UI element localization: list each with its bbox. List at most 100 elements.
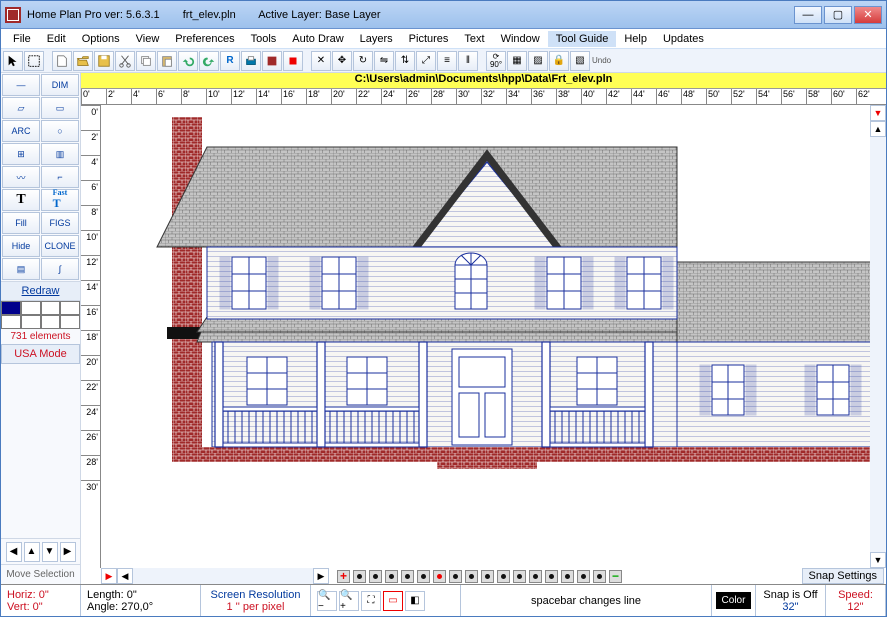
dim-tool[interactable]: DIM <box>41 74 79 96</box>
polyline-tool[interactable]: ▱ <box>2 97 40 119</box>
copy-button[interactable] <box>136 51 156 71</box>
menu-layers[interactable]: Layers <box>352 31 401 47</box>
layer-dot-5[interactable] <box>417 570 430 583</box>
menu-updates[interactable]: Updates <box>655 31 712 47</box>
nav-right[interactable]: ▶ <box>60 542 76 562</box>
undo-button[interactable] <box>178 51 198 71</box>
clone-tool[interactable]: CLONE <box>41 235 79 257</box>
menu-pictures[interactable]: Pictures <box>401 31 457 47</box>
paste-button[interactable] <box>157 51 177 71</box>
group-button[interactable]: ▦ <box>507 51 527 71</box>
close-button[interactable]: ✕ <box>854 6 882 24</box>
layer-dot-11[interactable] <box>513 570 526 583</box>
menu-edit[interactable]: Edit <box>39 31 74 47</box>
door-tool[interactable]: ▥ <box>41 143 79 165</box>
zoom-in-button[interactable]: 🔍+ <box>339 591 359 611</box>
resize-icon[interactable]: ⤢ <box>416 51 436 71</box>
menu-file[interactable]: File <box>5 31 39 47</box>
flip-h-icon[interactable]: ⇋ <box>374 51 394 71</box>
cut-button[interactable] <box>115 51 135 71</box>
layer-dot-3[interactable] <box>385 570 398 583</box>
window-tool[interactable]: ⊞ <box>2 143 40 165</box>
circle-tool[interactable]: ○ <box>41 120 79 142</box>
scroll-up[interactable]: ▲ <box>870 121 886 137</box>
drawing-canvas[interactable] <box>101 105 870 568</box>
menu-window[interactable]: Window <box>493 31 548 47</box>
layer-dot-2[interactable] <box>369 570 382 583</box>
layer-dot-13[interactable] <box>545 570 558 583</box>
refresh-button[interactable]: R <box>220 51 240 71</box>
snap-settings-button[interactable]: Snap Settings <box>802 568 885 584</box>
pointer-tool[interactable] <box>3 51 23 71</box>
nav-down[interactable]: ▼ <box>42 542 58 562</box>
swatch-7[interactable] <box>41 315 61 329</box>
redo-button[interactable] <box>199 51 219 71</box>
mirror-icon[interactable]: ‖ <box>458 51 478 71</box>
swatch-6[interactable] <box>21 315 41 329</box>
wall-tool[interactable]: ⌐ <box>41 166 79 188</box>
scroll-left[interactable]: ◀ <box>117 568 133 584</box>
swatch-8[interactable] <box>60 315 80 329</box>
save-button[interactable] <box>94 51 114 71</box>
scroll-left-red[interactable]: ▶ <box>101 568 117 584</box>
swatch-4[interactable] <box>60 301 80 315</box>
layer-add[interactable] <box>337 570 350 583</box>
usa-mode-button[interactable]: USA Mode <box>1 344 80 364</box>
vertical-scrollbar[interactable]: ▼ ▲ ▼ <box>870 105 886 568</box>
layer-dot-7[interactable] <box>449 570 462 583</box>
grid-button[interactable]: ▧ <box>570 51 590 71</box>
swatch-blue[interactable] <box>1 301 21 315</box>
hatch-tool[interactable]: ▤ <box>2 258 40 280</box>
minimize-button[interactable]: — <box>794 6 822 24</box>
color-button[interactable]: Color <box>716 592 752 609</box>
layer-dot-4[interactable] <box>401 570 414 583</box>
layer-dot-16[interactable] <box>593 570 606 583</box>
layer-dot-9[interactable] <box>481 570 494 583</box>
print-button[interactable] <box>241 51 261 71</box>
swatch-2[interactable] <box>21 301 41 315</box>
layer-dot-12[interactable] <box>529 570 542 583</box>
zoom-out-button[interactable]: 🔍− <box>317 591 337 611</box>
figs-tool[interactable]: FIGS <box>41 212 79 234</box>
layer-dot-15[interactable] <box>577 570 590 583</box>
spline-tool[interactable]: ∫ <box>41 258 79 280</box>
delete-icon[interactable]: ✕ <box>311 51 331 71</box>
lock-button[interactable]: 🔒 <box>549 51 569 71</box>
curve-tool[interactable]: 〰 <box>2 166 40 188</box>
stop-button[interactable] <box>283 51 303 71</box>
move-icon[interactable]: ✥ <box>332 51 352 71</box>
nav-left[interactable]: ◀ <box>6 542 22 562</box>
open-file-button[interactable] <box>73 51 93 71</box>
layer-dot-8[interactable] <box>465 570 478 583</box>
maximize-button[interactable]: ▢ <box>824 6 852 24</box>
fast-text-tool[interactable]: FastT <box>41 189 79 211</box>
line-tool[interactable]: — <box>2 74 40 96</box>
arc-tool[interactable]: ARC <box>2 120 40 142</box>
menu-autodraw[interactable]: Auto Draw <box>284 31 351 47</box>
redraw-button[interactable]: Redraw <box>1 281 80 301</box>
menu-view[interactable]: View <box>128 31 168 47</box>
nav-up[interactable]: ▲ <box>24 542 40 562</box>
scroll-up-red[interactable]: ▼ <box>870 105 886 121</box>
menu-toolguide[interactable]: Tool Guide <box>548 31 617 47</box>
swatch-3[interactable] <box>41 301 61 315</box>
layer-dot-14[interactable] <box>561 570 574 583</box>
layer-dot-6[interactable] <box>433 570 446 583</box>
zoom-prev-button[interactable]: ◧ <box>405 591 425 611</box>
menu-help[interactable]: Help <box>616 31 655 47</box>
scroll-right[interactable]: ▶ <box>313 568 329 584</box>
scroll-down[interactable]: ▼ <box>870 552 886 568</box>
zoom-fit-button[interactable]: ⛶ <box>361 591 381 611</box>
hide-tool[interactable]: Hide <box>2 235 40 257</box>
zoom-window-button[interactable]: ▭ <box>383 591 403 611</box>
export-button[interactable] <box>262 51 282 71</box>
layer-dot-1[interactable] <box>353 570 366 583</box>
menu-preferences[interactable]: Preferences <box>167 31 242 47</box>
menu-tools[interactable]: Tools <box>243 31 285 47</box>
layer-dot-10[interactable] <box>497 570 510 583</box>
select-rect-tool[interactable] <box>24 51 44 71</box>
layer-remove[interactable] <box>609 570 622 583</box>
hscroll-track[interactable] <box>133 568 313 584</box>
flip-v-icon[interactable]: ⇅ <box>395 51 415 71</box>
swatch-5[interactable] <box>1 315 21 329</box>
